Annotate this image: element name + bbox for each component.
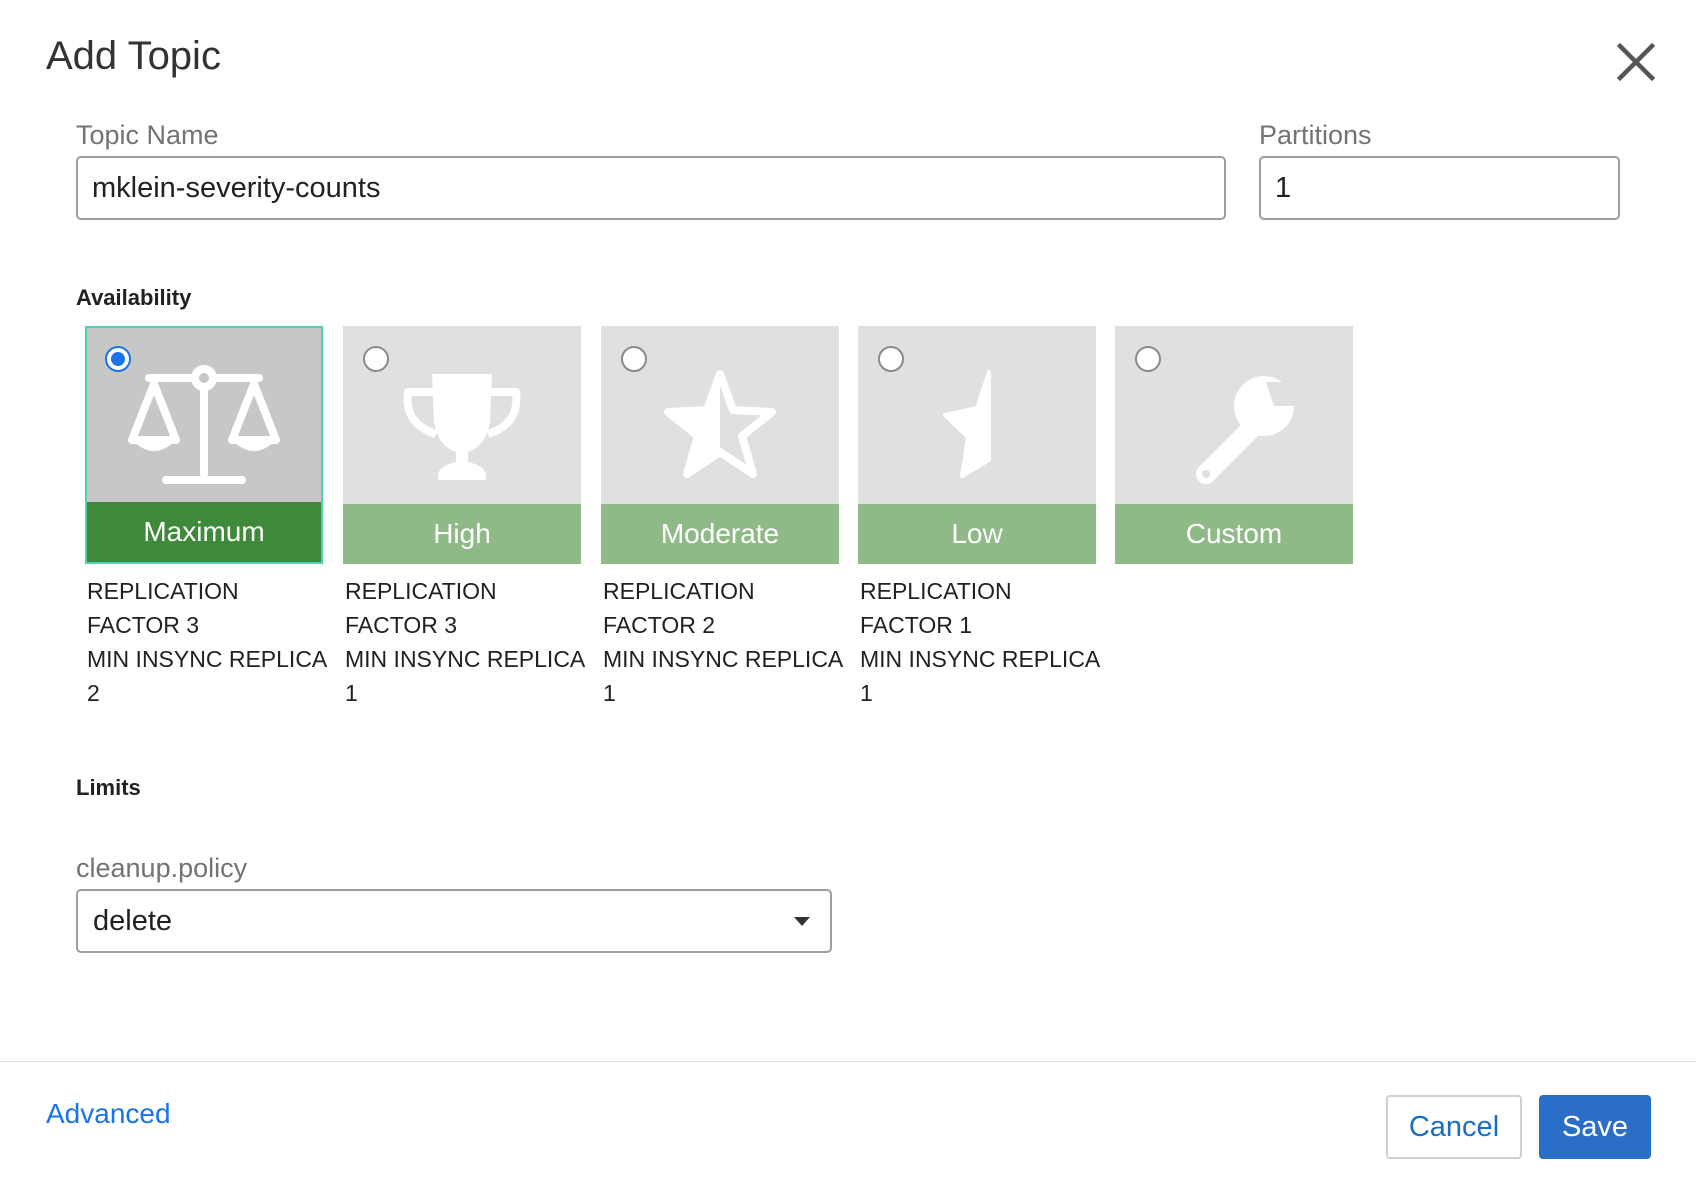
cleanup-policy-label: cleanup.policy xyxy=(76,853,248,883)
option-label: Low xyxy=(858,504,1096,564)
star-fragment-icon xyxy=(943,370,991,478)
close-icon xyxy=(1616,42,1656,82)
option-label: Custom xyxy=(1115,504,1353,564)
availability-option-custom: Custom xyxy=(1115,326,1353,564)
partitions-label: Partitions xyxy=(1259,120,1372,150)
close-button[interactable] xyxy=(1612,38,1660,86)
availability-card-custom[interactable]: Custom xyxy=(1115,326,1353,564)
option-description: REPLICATION FACTOR 1 MIN INSYNC REPLICA … xyxy=(860,578,1101,706)
availability-option-maximum: Maximum REPLICATION FACTOR 3 MIN INSYNC … xyxy=(85,326,328,710)
topic-name-input[interactable] xyxy=(76,156,1226,220)
option-description: REPLICATION FACTOR 2 MIN INSYNC REPLICA … xyxy=(603,578,844,706)
footer-divider xyxy=(0,1061,1696,1062)
cleanup-policy-select[interactable]: delete xyxy=(76,889,832,953)
availability-option-low: Low REPLICATION FACTOR 1 MIN INSYNC REPL… xyxy=(858,326,1101,710)
option-label: Moderate xyxy=(601,504,839,564)
availability-heading: Availability xyxy=(76,285,192,310)
availability-option-high: High REPLICATION FACTOR 3 MIN INSYNC REP… xyxy=(343,326,586,710)
availability-card-moderate[interactable]: Moderate xyxy=(601,326,839,564)
availability-card-high[interactable]: High xyxy=(343,326,581,564)
half-star-icon xyxy=(664,370,776,478)
availability-card-low[interactable]: Low xyxy=(858,326,1096,564)
partitions-input[interactable] xyxy=(1259,156,1620,220)
cleanup-policy-value: delete xyxy=(93,905,173,937)
chevron-down-icon xyxy=(794,917,810,926)
advanced-link[interactable]: Advanced xyxy=(46,1098,171,1130)
balance-scale-icon xyxy=(128,365,280,484)
cancel-button[interactable]: Cancel xyxy=(1386,1095,1522,1159)
limits-heading: Limits xyxy=(76,775,141,800)
option-label: Maximum xyxy=(87,502,321,562)
availability-card-maximum[interactable]: Maximum xyxy=(85,326,323,564)
dialog-title: Add Topic xyxy=(46,34,221,78)
topic-name-label: Topic Name xyxy=(76,120,219,150)
option-label: High xyxy=(343,504,581,564)
option-description: REPLICATION FACTOR 3 MIN INSYNC REPLICA … xyxy=(87,578,328,706)
wrench-icon xyxy=(1196,376,1294,484)
option-description: REPLICATION FACTOR 3 MIN INSYNC REPLICA … xyxy=(345,578,586,706)
availability-option-moderate: Moderate REPLICATION FACTOR 2 MIN INSYNC… xyxy=(601,326,844,710)
save-button[interactable]: Save xyxy=(1539,1095,1651,1159)
trophy-icon xyxy=(403,374,521,480)
